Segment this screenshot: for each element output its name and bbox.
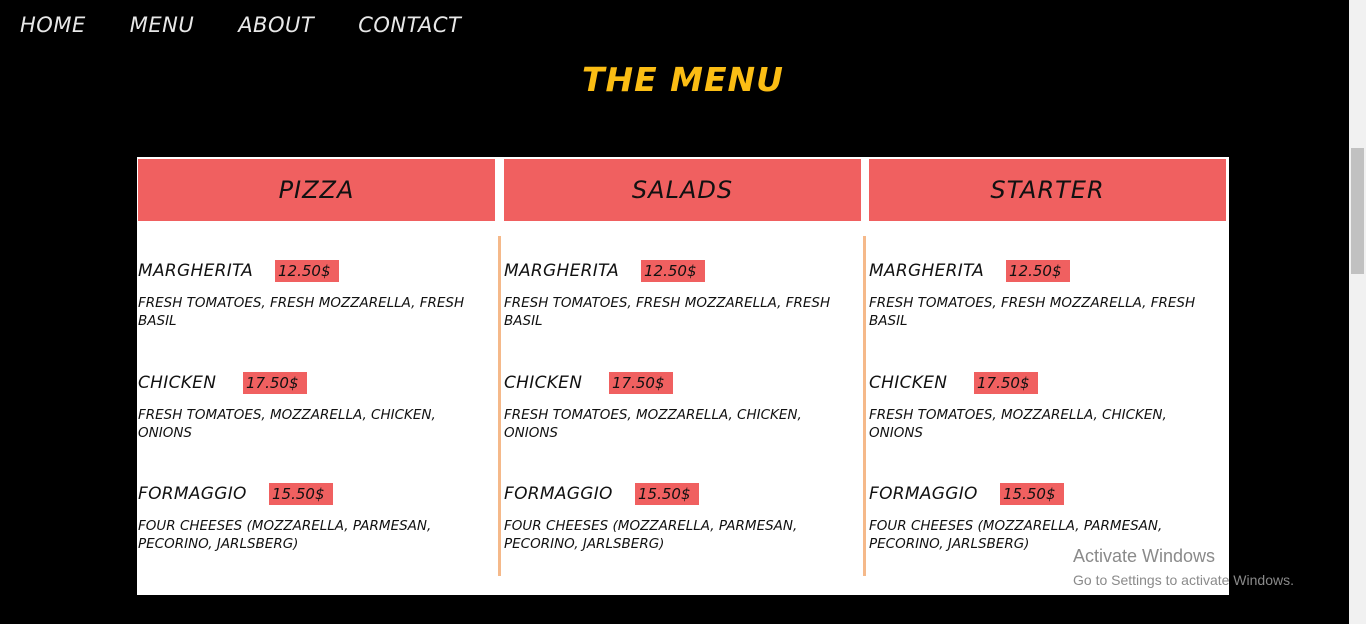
item-name: CHICKEN — [869, 373, 948, 393]
menu-item: CHICKEN 17.50$ FRESH TOMATOES, MOZZARELL… — [138, 372, 483, 442]
menu-column-pizza: PIZZA MARGHERITA 12.50$ FRESH TOMATOES, … — [137, 157, 496, 595]
item-price: 12.50$ — [1006, 260, 1070, 282]
category-header: PIZZA — [138, 159, 495, 221]
item-name: FORMAGGIO — [504, 484, 613, 504]
menu-column-starter: STARTER MARGHERITA 12.50$ FRESH TOMATOES… — [868, 157, 1227, 595]
menu-item: FORMAGGIO 15.50$ FOUR CHEESES (MOZZARELL… — [138, 483, 483, 553]
item-name: MARGHERITA — [504, 261, 620, 281]
column-divider — [498, 236, 501, 576]
item-name: FORMAGGIO — [138, 484, 247, 504]
item-description: FRESH TOMATOES, MOZZARELLA, CHICKEN, ONI… — [869, 407, 1167, 441]
item-description: FOUR CHEESES (MOZZARELLA, PARMESAN, PECO… — [504, 518, 798, 552]
item-description: FRESH TOMATOES, FRESH MOZZARELLA, FRESH … — [504, 295, 831, 329]
column-divider — [863, 236, 866, 576]
activate-windows-watermark-title: Activate Windows — [1073, 546, 1216, 566]
menu-item: CHICKEN 17.50$ FRESH TOMATOES, MOZZARELL… — [504, 372, 849, 442]
item-description: FRESH TOMATOES, FRESH MOZZARELLA, FRESH … — [869, 295, 1196, 329]
scrollbar-thumb[interactable] — [1351, 148, 1364, 274]
activate-windows-watermark-subtitle: Go to Settings to activate Windows. — [1073, 572, 1294, 588]
item-description: FRESH TOMATOES, MOZZARELLA, CHICKEN, ONI… — [504, 407, 802, 441]
category-header: STARTER — [869, 159, 1226, 221]
menu-column-salads: SALADS MARGHERITA 12.50$ FRESH TOMATOES,… — [503, 157, 862, 595]
item-name: FORMAGGIO — [869, 484, 978, 504]
item-description: FRESH TOMATOES, FRESH MOZZARELLA, FRESH … — [138, 295, 465, 329]
nav-contact-link[interactable]: CONTACT — [358, 10, 461, 40]
menu-item: CHICKEN 17.50$ FRESH TOMATOES, MOZZARELL… — [869, 372, 1214, 442]
nav-home-link[interactable]: HOME — [20, 10, 86, 40]
top-nav: HOME MENU ABOUT CONTACT — [20, 10, 505, 40]
item-name: CHICKEN — [504, 373, 583, 393]
item-price: 15.50$ — [269, 483, 333, 505]
category-header: SALADS — [504, 159, 861, 221]
item-price: 15.50$ — [635, 483, 699, 505]
item-description: FOUR CHEESES (MOZZARELLA, PARMESAN, PECO… — [138, 518, 432, 552]
vertical-scrollbar[interactable] — [1349, 0, 1366, 624]
item-price: 17.50$ — [609, 372, 673, 394]
item-name: MARGHERITA — [138, 261, 254, 281]
menu-item: MARGHERITA 12.50$ FRESH TOMATOES, FRESH … — [869, 260, 1214, 330]
item-price: 17.50$ — [974, 372, 1038, 394]
item-price: 17.50$ — [243, 372, 307, 394]
page-title: THE MENU — [582, 60, 784, 99]
item-price: 15.50$ — [1000, 483, 1064, 505]
menu-table: PIZZA MARGHERITA 12.50$ FRESH TOMATOES, … — [137, 157, 1229, 595]
item-name: MARGHERITA — [869, 261, 985, 281]
menu-item: MARGHERITA 12.50$ FRESH TOMATOES, FRESH … — [138, 260, 483, 330]
menu-item: FORMAGGIO 15.50$ FOUR CHEESES (MOZZARELL… — [504, 483, 849, 553]
item-name: CHICKEN — [138, 373, 217, 393]
item-price: 12.50$ — [641, 260, 705, 282]
nav-menu-link[interactable]: MENU — [130, 10, 194, 40]
menu-item: FORMAGGIO 15.50$ FOUR CHEESES (MOZZARELL… — [869, 483, 1214, 553]
item-price: 12.50$ — [275, 260, 339, 282]
menu-item: MARGHERITA 12.50$ FRESH TOMATOES, FRESH … — [504, 260, 849, 330]
nav-about-link[interactable]: ABOUT — [238, 10, 314, 40]
item-description: FRESH TOMATOES, MOZZARELLA, CHICKEN, ONI… — [138, 407, 436, 441]
